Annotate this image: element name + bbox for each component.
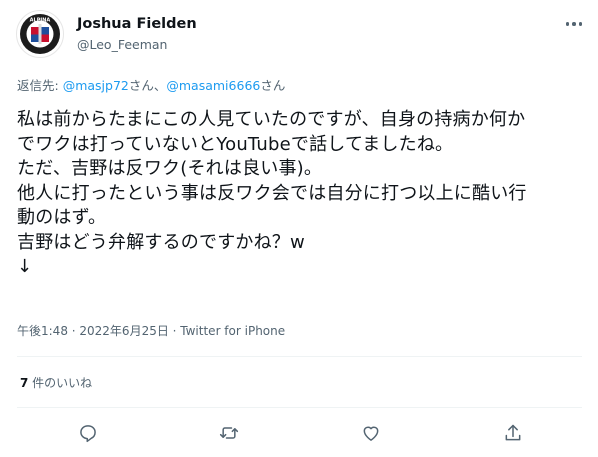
reply-prefix: 返信先: [17, 78, 63, 93]
likes-stat[interactable]: 7 件のいいね [20, 374, 92, 392]
author-handle[interactable]: @Leo_Feeman [77, 36, 167, 54]
divider [17, 407, 582, 408]
tweet-text: 私は前からたまにこの人見ていたのですが、自身の持病か何か でワクは打っていないと… [17, 108, 582, 280]
mention-link[interactable]: @masjp72 [63, 78, 129, 93]
reply-icon [80, 425, 96, 443]
like-button[interactable] [358, 420, 384, 446]
mention-suffix: さん [260, 78, 286, 93]
reply-button[interactable] [75, 420, 101, 446]
tweet-timestamp[interactable]: 午後1:48 · 2022年6月25日 · Twitter for iPhone [17, 322, 285, 340]
tweet-line: ただ、吉野は反ワク(それは良い事)。 [17, 158, 323, 179]
mention-suffix: さん、 [128, 78, 167, 93]
share-icon [505, 424, 521, 441]
retweet-icon [219, 427, 239, 439]
tweet-line: でワクは打っていないとYouTubeで話してましたね。 [17, 133, 454, 155]
divider [17, 356, 582, 357]
tweet-line: 私は前からたまにこの人見ていたのですが、自身の持病か何か [17, 109, 526, 130]
tweet-line: ↓ [17, 256, 33, 277]
author-name[interactable]: Joshua Fielden [77, 15, 197, 33]
tweet-line: 動のはず。 [17, 207, 107, 228]
share-button[interactable] [500, 420, 526, 446]
like-label: 件のいいね [28, 376, 93, 390]
avatar-logo-text: ALPINA [30, 18, 51, 24]
tweet-line: 他人に打ったという事は反ワク会では自分に打つ以上に酷い行 [17, 182, 527, 204]
heart-icon [363, 426, 379, 441]
retweet-button[interactable] [216, 420, 242, 446]
avatar[interactable]: ALPINA [16, 10, 64, 58]
tweet-line: 吉野はどう弁解するのですかね？w [17, 231, 305, 253]
alpina-logo-icon: ALPINA [18, 12, 62, 56]
more-options-icon[interactable] [562, 14, 586, 34]
action-bar [0, 420, 598, 446]
reply-context: 返信先: @masjp72さん、@masami6666さん [17, 77, 285, 95]
mention-link[interactable]: @masami6666 [166, 78, 260, 93]
